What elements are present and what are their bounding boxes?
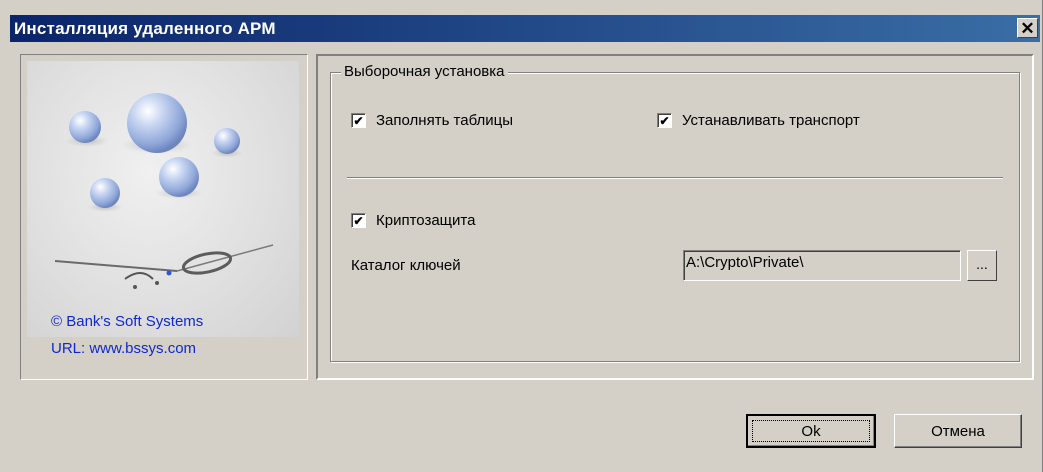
website-url: URL: www.bssys.com <box>51 340 197 357</box>
close-icon: ✕ <box>1020 18 1035 38</box>
fill-tables-label: Заполнять таблицы <box>376 112 514 129</box>
water-drops-illustration <box>54 93 274 289</box>
fill-tables-option[interactable]: ✔ Заполнять таблицы <box>351 112 513 129</box>
cancel-label: Отмена <box>931 422 985 440</box>
key-dir-label: Каталог ключей <box>351 257 461 274</box>
install-transport-label: Устанавливать транспорт <box>682 112 860 129</box>
group-title: Выборочная установка <box>341 63 508 80</box>
dialog-client: © Bank's Soft Systems URL: www.bssys.com… <box>10 42 1040 472</box>
key-dir-input[interactable]: A:\Crypto\Private\ <box>683 250 961 281</box>
install-transport-option[interactable]: ✔ Устанавливать транспорт <box>657 112 860 129</box>
branding-image <box>27 61 299 337</box>
branding-panel: © Bank's Soft Systems URL: www.bssys.com <box>20 54 308 380</box>
checkmark-icon: ✔ <box>353 113 364 128</box>
install-dialog: Инсталляция удаленного АРМ ✕ © Bank's So… <box>0 0 1043 472</box>
browse-button[interactable]: ... <box>967 250 997 281</box>
copyright-text: © Bank's Soft Systems <box>51 313 204 330</box>
checkmark-icon: ✔ <box>353 213 364 228</box>
cancel-button[interactable]: Отмена <box>894 414 1022 448</box>
crypto-label: Криптозащита <box>376 212 476 229</box>
options-panel: Выборочная установка ✔ Заполнять таблицы… <box>316 54 1034 380</box>
group-separator <box>347 177 1003 179</box>
install-transport-checkbox[interactable]: ✔ <box>657 113 672 128</box>
custom-install-group: Выборочная установка ✔ Заполнять таблицы… <box>330 63 1020 362</box>
close-button[interactable]: ✕ <box>1017 18 1038 38</box>
fill-tables-checkbox[interactable]: ✔ <box>351 113 366 128</box>
checkmark-icon: ✔ <box>659 113 670 128</box>
title-bar[interactable]: Инсталляция удаленного АРМ ✕ <box>10 15 1040 42</box>
crypto-checkbox[interactable]: ✔ <box>351 213 366 228</box>
window-title: Инсталляция удаленного АРМ <box>14 19 276 38</box>
ok-button[interactable]: Ok <box>746 414 876 448</box>
crypto-option[interactable]: ✔ Криптозащита <box>351 212 475 229</box>
focus-rect <box>752 420 870 442</box>
